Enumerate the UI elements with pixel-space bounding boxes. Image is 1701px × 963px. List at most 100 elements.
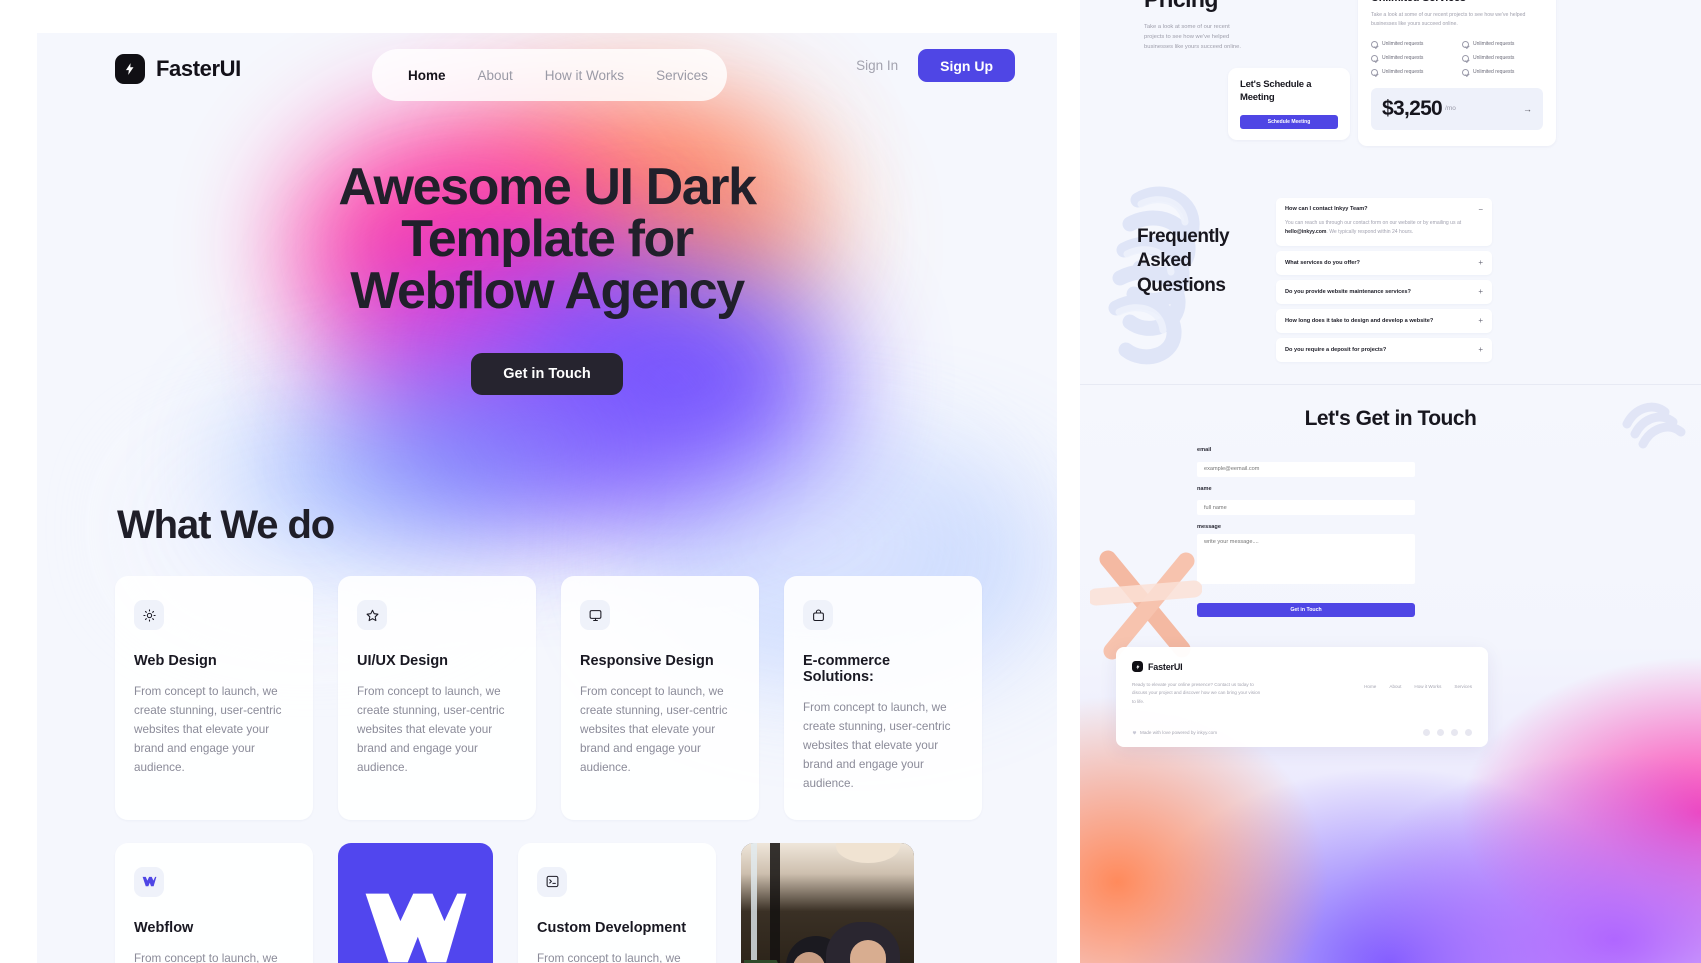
sign-up-button[interactable]: Sign Up xyxy=(918,49,1015,82)
footer-card: FasterUI Ready to elevate your online pr… xyxy=(1116,647,1488,747)
services-row-2: Webflow From concept to launch, we creat… xyxy=(115,842,1015,963)
get-in-touch-button[interactable]: Get in Touch xyxy=(471,353,623,395)
nav-item-how-it-works[interactable]: How it Works xyxy=(545,68,624,83)
faq-item[interactable]: Do you provide website maintenance servi… xyxy=(1276,280,1492,305)
faq-item[interactable]: Do you require a deposit for projects? + xyxy=(1276,338,1492,363)
faq-item[interactable]: What services do you offer? + xyxy=(1276,251,1492,276)
footer-brand[interactable]: FasterUI xyxy=(1132,661,1472,672)
footer-brand-name: FasterUI xyxy=(1148,661,1183,672)
unlimited-services-subtitle: Take a look at some of our recent projec… xyxy=(1371,12,1526,27)
faq-answer-pre: You can reach us through our contact for… xyxy=(1285,220,1462,226)
services-row-1: Web Design From concept to launch, we cr… xyxy=(115,576,1015,820)
arrow-right-icon[interactable]: → xyxy=(1523,104,1532,114)
service-card-body: From concept to launch, we create stunni… xyxy=(803,701,951,790)
monitor-icon xyxy=(580,600,610,630)
faq-title-line-2: Asked xyxy=(1137,250,1192,272)
footer-social-links xyxy=(1423,729,1472,736)
footer-nav-services[interactable]: Services xyxy=(1454,684,1472,689)
service-card-webflow[interactable]: Webflow From concept to launch, we creat… xyxy=(115,842,313,963)
contact-submit-button[interactable]: Get in Touch xyxy=(1197,603,1415,617)
check-circle-icon xyxy=(1371,54,1378,62)
faq-title-line-1: Frequently xyxy=(1137,226,1230,247)
unlimited-services-card: Unlimited Services Take a look at some o… xyxy=(1358,0,1556,146)
brand-logo[interactable]: FasterUI xyxy=(115,54,241,84)
feature-label: Unlimited requests xyxy=(1473,55,1515,62)
hero-heading: Awesome UI Dark Template for Webflow Age… xyxy=(37,161,1057,317)
service-card-title: Webflow xyxy=(134,919,194,936)
service-card-ui-ux-design[interactable]: UI/UX Design From concept to launch, we … xyxy=(338,576,536,820)
lightning-bolt-icon xyxy=(115,54,145,84)
screenshot-stage: FasterUI Home About How it Works Service… xyxy=(0,0,1701,963)
feature-item: Unlimited requests xyxy=(1371,68,1452,76)
faq-item-open[interactable]: How can I contact Inkyy Team? − You can … xyxy=(1276,198,1492,247)
feature-item: Unlimited requests xyxy=(1371,54,1452,62)
faq-list: How can I contact Inkyy Team? − You can … xyxy=(1276,198,1492,363)
plus-icon[interactable]: + xyxy=(1478,317,1483,325)
pricing-title: Pricing xyxy=(1144,0,1218,13)
service-card-web-design[interactable]: Web Design From concept to launch, we cr… xyxy=(115,576,313,820)
hero-line-2: Template for xyxy=(401,210,694,268)
instagram-icon[interactable] xyxy=(1465,729,1472,736)
feature-label: Unlimited requests xyxy=(1473,69,1515,76)
footer-nav-about[interactable]: About xyxy=(1389,684,1401,689)
plus-icon[interactable]: + xyxy=(1478,346,1483,354)
globe-icon[interactable] xyxy=(1423,729,1430,736)
linkedin-icon[interactable] xyxy=(1437,729,1444,736)
sign-in-link[interactable]: Sign In xyxy=(856,58,898,73)
brand-name: FasterUI xyxy=(156,56,241,81)
nav-item-services[interactable]: Services xyxy=(656,68,708,83)
check-circle-icon xyxy=(1371,68,1378,76)
plus-icon[interactable]: + xyxy=(1478,259,1483,267)
service-card-body: From concept to launch, we create xyxy=(537,951,681,963)
faq-question: Do you require a deposit for projects? xyxy=(1285,347,1387,354)
minus-icon[interactable]: − xyxy=(1478,206,1483,214)
service-card-title: Responsive Design xyxy=(580,653,714,669)
service-card-responsive-design[interactable]: Responsive Design From concept to launch… xyxy=(561,576,759,820)
name-label: name xyxy=(1197,485,1212,492)
price-box: $3,250 /mo → xyxy=(1371,87,1543,130)
unlimited-services-title: Unlimited Services xyxy=(1371,0,1543,4)
service-card-custom-development[interactable]: Custom Development From concept to launc… xyxy=(518,842,716,963)
main-page-preview: FasterUI Home About How it Works Service… xyxy=(37,33,1057,963)
plus-icon[interactable]: + xyxy=(1478,288,1483,296)
faq-answer: You can reach us through our contact for… xyxy=(1285,219,1483,237)
footer-bottom: Made with love powered by inkyy.com xyxy=(1132,729,1472,736)
faq-answer-email[interactable]: hello@inkyy.com xyxy=(1285,229,1326,235)
heart-icon xyxy=(1132,731,1137,735)
tiktok-icon[interactable] xyxy=(1451,729,1458,736)
service-card-ecommerce-solutions[interactable]: E-commerce Solutions: From concept to la… xyxy=(784,576,982,820)
nav-pill: Home About How it Works Services xyxy=(372,49,727,101)
webflow-logo-tile xyxy=(338,842,493,963)
nav-item-home[interactable]: Home xyxy=(408,68,446,83)
feature-item: Unlimited requests xyxy=(1371,40,1452,48)
footer-nav-home[interactable]: Home xyxy=(1364,684,1376,689)
shopping-bag-icon xyxy=(803,600,833,630)
faq-answer-post: . We typically respond within 24 hours. xyxy=(1326,229,1414,236)
office-photo-tile xyxy=(741,842,914,963)
faq-question: How long does it take to design and deve… xyxy=(1285,318,1434,325)
feature-item: Unlimited requests xyxy=(1462,54,1543,62)
faq-item[interactable]: How long does it take to design and deve… xyxy=(1276,309,1492,334)
footer-copy: Ready to elevate your online presence? C… xyxy=(1132,682,1261,704)
email-input[interactable] xyxy=(1197,461,1415,477)
pricing-section: Pricing Take a look at some of our recen… xyxy=(1080,0,1701,385)
services-card-grid: Web Design From concept to launch, we cr… xyxy=(115,576,1015,963)
footer-nav: Home About How it Works Services xyxy=(1364,684,1472,689)
schedule-meeting-title: Let's Schedule a Meeting xyxy=(1240,79,1312,103)
nav-item-about[interactable]: About xyxy=(478,68,513,83)
contact-section: Let's Get in Touch email name message Ge… xyxy=(1080,385,1701,963)
feature-label: Unlimited requests xyxy=(1382,69,1424,76)
contact-form: email name message Get in Touch xyxy=(1197,447,1415,617)
faq-title-line-3: Questions xyxy=(1137,274,1226,296)
footer-nav-how-it-works[interactable]: How it Works xyxy=(1414,684,1441,689)
message-textarea[interactable] xyxy=(1197,534,1415,584)
service-card-body: From concept to launch, we create stunni… xyxy=(357,685,505,774)
pricing-subtitle: Take a look at some of our recent projec… xyxy=(1144,24,1241,51)
name-input[interactable] xyxy=(1197,500,1415,515)
auth-actions: Sign In Sign Up xyxy=(856,49,1015,82)
lightning-bolt-icon xyxy=(1132,661,1143,672)
top-navigation-bar: FasterUI Home About How it Works Service… xyxy=(37,33,1057,105)
feature-label: Unlimited requests xyxy=(1473,41,1515,48)
schedule-meeting-card: Let's Schedule a Meeting Schedule Meetin… xyxy=(1228,68,1350,140)
schedule-meeting-button[interactable]: Schedule Meeting xyxy=(1240,114,1338,129)
